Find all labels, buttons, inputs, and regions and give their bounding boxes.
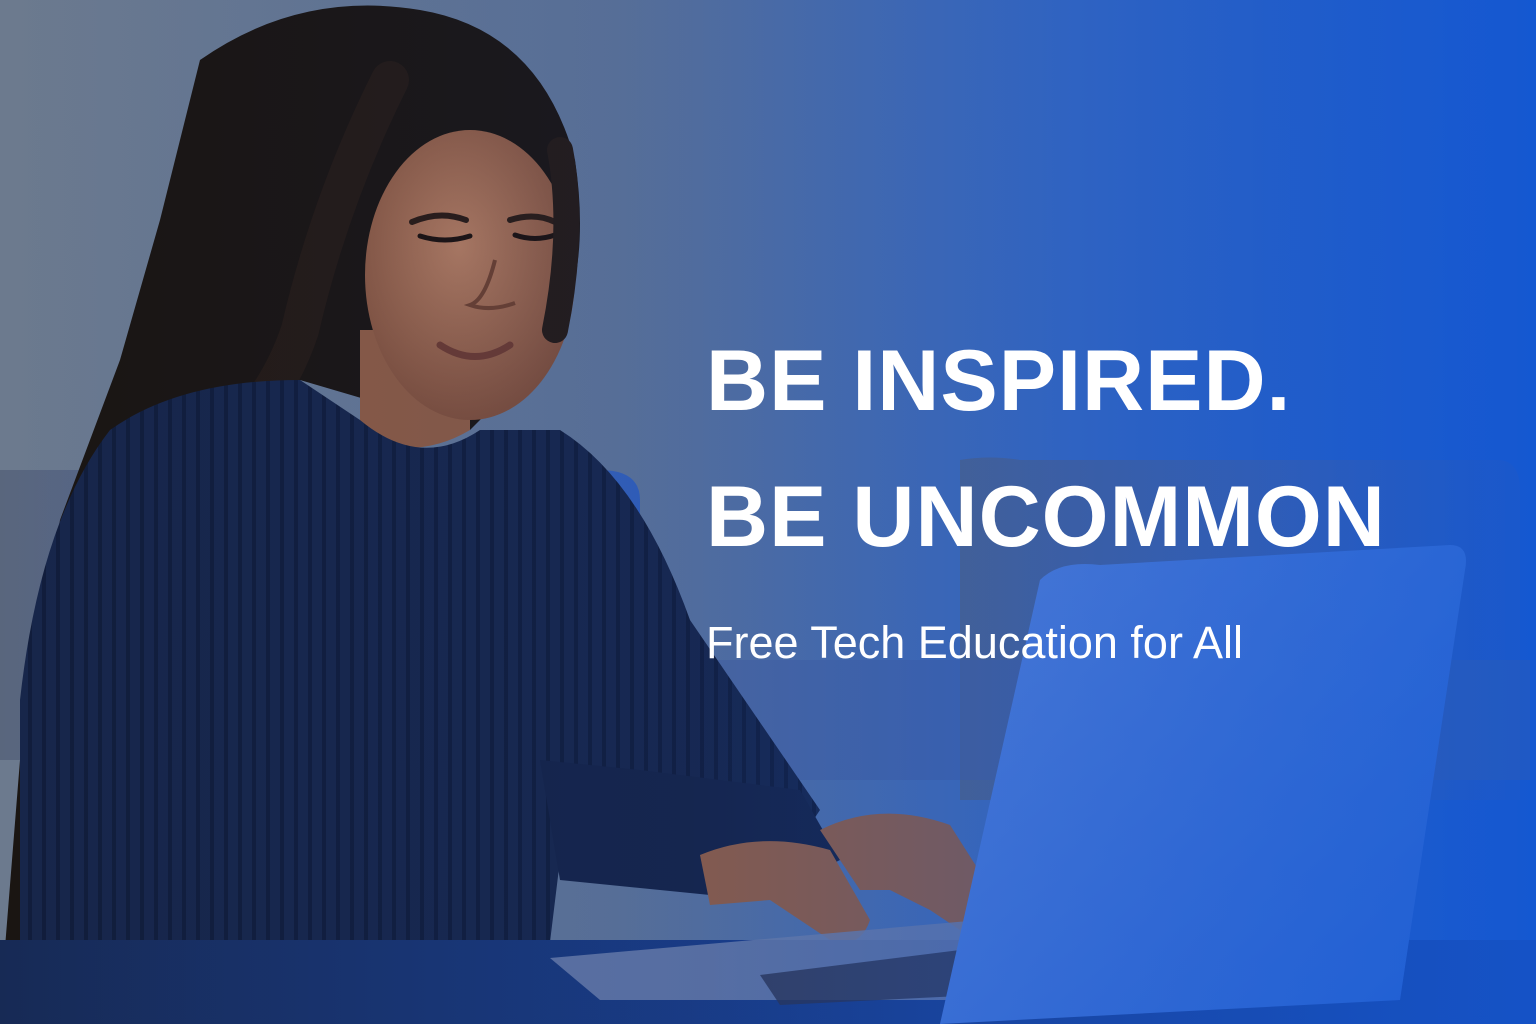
headline-line-2: BE UNCOMMON (706, 469, 1386, 565)
headline-line-1: BE INSPIRED. (706, 333, 1292, 429)
tagline: Free Tech Education for All (706, 617, 1243, 668)
hero-banner: BE INSPIRED. BE UNCOMMON Free Tech Educa… (0, 0, 1536, 1024)
face (365, 130, 575, 420)
hero-text: BE INSPIRED. BE UNCOMMON Free Tech Educa… (706, 338, 1506, 665)
